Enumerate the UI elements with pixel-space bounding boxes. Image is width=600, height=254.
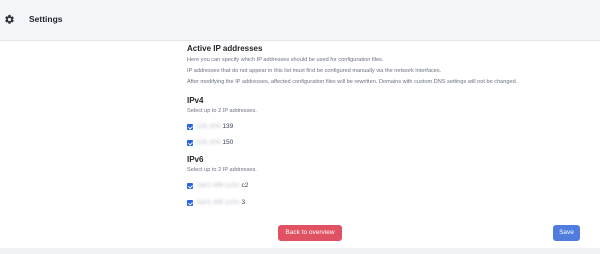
ip-address: 116.204.139 (196, 123, 233, 130)
ip-suffix: 3 (241, 199, 246, 206)
masked-ip-prefix: 2a01:4f8:1c0c: (196, 199, 242, 206)
page-title: Settings (29, 14, 63, 24)
checkbox-checked[interactable] (187, 183, 193, 189)
checkbox-checked[interactable] (187, 124, 193, 130)
masked-ip-prefix: 2a01:4f8:1c0c: (196, 182, 242, 189)
footer-divider (0, 248, 600, 254)
settings-content: Active IP addresses Here you can specify… (0, 41, 600, 248)
ip-address: 2a01:4f8:1c0c:c2 (196, 182, 248, 189)
ip-suffix: c2 (241, 182, 249, 189)
back-to-overview-button[interactable]: Back to overview (278, 225, 342, 241)
checkbox-checked[interactable] (187, 200, 193, 206)
masked-ip-prefix: 116.204. (196, 139, 223, 146)
ipv6-title: IPv6 (187, 155, 204, 164)
ip-suffix: 139 (222, 123, 234, 130)
ipv4-title: IPv4 (187, 96, 204, 105)
ip-address: 2a01:4f8:1c0c:3 (196, 199, 245, 206)
description-line-2: IP addresses that do not appear in this … (187, 68, 442, 74)
checkbox-checked[interactable] (187, 140, 193, 146)
ip-suffix: 150 (222, 139, 234, 146)
gear-icon (5, 14, 14, 24)
description-line-1: Here you can specify which IP addresses … (187, 57, 384, 63)
page-header: Settings (0, 0, 600, 41)
description-line-3: After modifying the IP addresses, affect… (187, 79, 518, 85)
section-title: Active IP addresses (187, 44, 263, 53)
ipv6-hint: Select up to 2 IP addresses. (187, 167, 257, 173)
save-button[interactable]: Save (553, 225, 580, 241)
masked-ip-prefix: 116.204. (196, 123, 223, 130)
ip-address: 116.204.150 (196, 139, 233, 146)
ipv4-hint: Select up to 2 IP addresses. (187, 108, 257, 114)
